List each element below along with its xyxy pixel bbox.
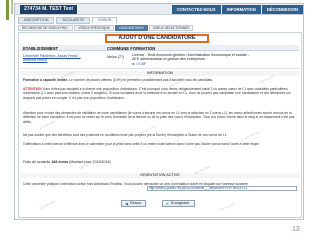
orientation-section-title: ORIENTATION ACTIVE: [21, 173, 299, 178]
app-screenshot: 274734 M. TEST Test CONTACTEZ-NOUS INFOR…: [14, 3, 304, 220]
back-arrow-icon: ◀: [124, 200, 129, 206]
retour-label: Retour: [130, 201, 142, 205]
info-paragraph-2: ATTENTION Vous n'êtes pas assujetti-e à …: [23, 87, 297, 100]
information-link[interactable]: INFORMATION: [221, 5, 261, 14]
slide-page-number: 13: [292, 226, 300, 233]
subtab-candidatures[interactable]: CANDIDATURES: [114, 25, 148, 31]
info-p1-text: Le nombre de places offertes (10%) ne pe…: [69, 78, 213, 82]
top-links: CONTACTEZ-NOUS INFORMATION DÉCONNEXION: [171, 5, 303, 14]
subtab-recherche[interactable]: RECHERCHE DE VOEUX PAR...: [18, 25, 74, 31]
retour-button[interactable]: ◀ Retour: [121, 200, 147, 207]
table-header: ETABLISSEMENT COMMUNE FORMATION: [21, 45, 299, 51]
orientation-url-field[interactable]: http://www.u-paris2.fr/12843226/0/fiche_…: [147, 186, 297, 191]
formation-cell: Licence - Droit-économie-gestion / Admin…: [132, 53, 252, 66]
subtab-voeux-selectionnes[interactable]: VOEUX SÉLECTIONNÉS: [148, 25, 194, 31]
column-etablissement: ETABLISSEMENT: [23, 45, 59, 51]
sub-tabs: RECHERCHE DE VOEUX PAR... VOEUX SPÉCIFIQ…: [18, 25, 194, 31]
table-row: Université Panthéon- Assas Paris2 - Ante…: [21, 52, 299, 69]
watermark-text: Do not use: [38, 199, 56, 211]
university-link[interactable]: Université Panthéon- Assas Paris2 - Ante…: [23, 54, 85, 63]
watermark-text: Do not use: [218, 201, 236, 213]
enregistrer-label: Enregistrer: [171, 201, 190, 205]
slide-accent-bar-light: [11, 0, 13, 14]
subtab-voeux-specifique[interactable]: VOEUX SPÉCIFIQUE: [74, 25, 114, 31]
checkmark-icon: ✔: [165, 200, 170, 206]
tab-scolarite[interactable]: SCOLARITÉ: [56, 17, 91, 24]
slide-accent-bar: [6, 0, 9, 20]
info-paragraph-5: Il affectation à cette licence s'effectu…: [23, 142, 260, 146]
tab-inscription[interactable]: INSCRIPTION: [18, 17, 55, 24]
user-id-badge: 274734 M. TEST Test: [20, 5, 78, 14]
formation-text: Licence - Droit-économie-gestion / Admin…: [132, 53, 250, 62]
tab-voeux[interactable]: VOEUX: [92, 17, 118, 24]
top-bar: 274734 M. TEST Test CONTACTEZ-NOUS INFOR…: [15, 4, 303, 15]
commune-cell: Melun (77): [107, 55, 125, 59]
frais-scolarite: Frais de scolarité 184 euros (Montant po…: [23, 160, 111, 164]
info-p2-text: Vous n'êtes pas assujetti-e à obtenir un…: [23, 87, 291, 100]
frais-value: 184 euros: [51, 160, 69, 164]
column-commune-formation: COMMUNE FORMATION: [107, 45, 156, 51]
enregistrer-button[interactable]: ✔ Enregistrer: [162, 200, 195, 207]
formation-link[interactable]: ► LY-BF: [132, 62, 146, 66]
frais-label: Frais de scolarité: [23, 160, 51, 164]
main-tabs: INSCRIPTION SCOLARITÉ VOEUX: [18, 17, 118, 24]
info-paragraph-3: Attention pour choisir des demandes de v…: [23, 111, 295, 124]
logout-link[interactable]: DÉCONNEXION: [261, 5, 303, 14]
page-title: AJOUT D'UNE CANDIDATURE: [105, 34, 209, 43]
candidature-panel: AJOUT D'UNE CANDIDATURE ETABLISSEMENT CO…: [18, 32, 302, 218]
contact-link[interactable]: CONTACTEZ-NOUS: [171, 5, 221, 14]
